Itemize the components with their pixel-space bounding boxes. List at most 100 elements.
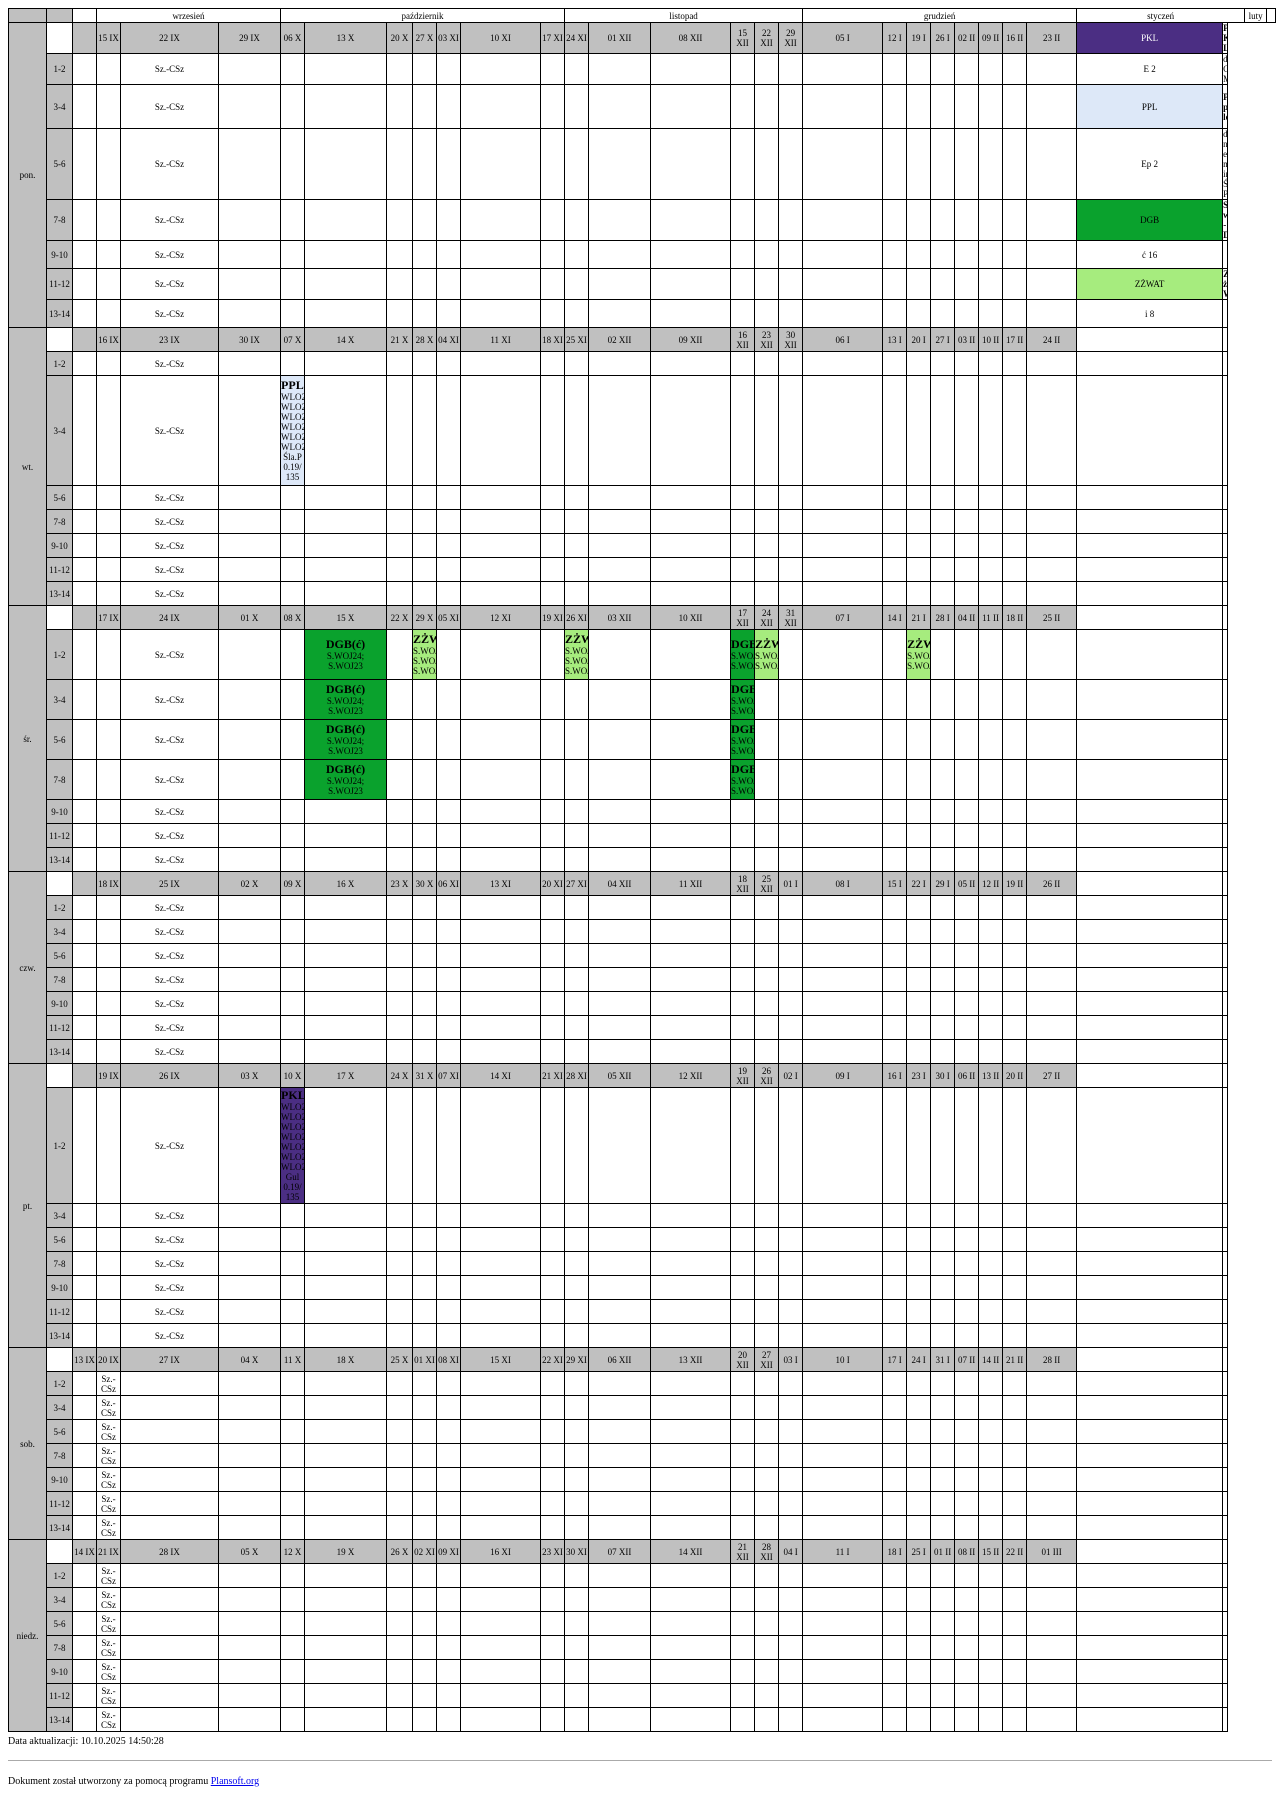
empty-cell: [96, 1039, 121, 1064]
empty-cell: [650, 128, 732, 200]
slot-label: 5-6: [46, 1227, 73, 1252]
empty-cell: [588, 1611, 652, 1636]
empty-cell: [412, 895, 438, 920]
legend-empty: [1076, 1395, 1224, 1420]
empty-cell: [72, 299, 97, 328]
plansoft-link[interactable]: Plansoft.org: [211, 1776, 259, 1787]
empty-cell: [386, 1039, 414, 1064]
empty-cell: [564, 759, 590, 800]
empty-cell: [954, 509, 980, 534]
empty-cell: [412, 533, 438, 558]
empty-cell: [930, 823, 956, 848]
empty-cell: [802, 1251, 884, 1276]
empty-cell: [978, 1683, 1004, 1708]
empty-cell: [954, 1563, 980, 1588]
empty-cell: [650, 581, 732, 606]
empty-cell: [588, 1299, 652, 1324]
empty-cell: [412, 1395, 438, 1420]
empty-cell: [564, 375, 590, 486]
class-block[interactable]: DGB(ć)S.WOJ24;S.WOJ23: [730, 629, 756, 680]
class-block[interactable]: ZŻWAT(i)S.WOJ24;S.WOJ23: [754, 629, 780, 680]
class-block[interactable]: DGB(ć)S.WOJ24;S.WOJ23: [304, 679, 388, 720]
empty-cell: [930, 351, 956, 376]
empty-cell: [802, 719, 884, 760]
empty-cell: [1002, 1635, 1028, 1660]
date-header: 26 X: [386, 1539, 414, 1564]
empty-cell: [954, 485, 980, 510]
empty-cell: [564, 1635, 590, 1660]
empty-cell: [754, 1039, 780, 1064]
date-header: 02 XI: [412, 1539, 438, 1564]
empty-cell: [540, 533, 566, 558]
empty-cell: [650, 679, 732, 720]
empty-cell: [304, 128, 388, 200]
class-block[interactable]: DGB(ć)S.WOJ24;S.WOJ23: [730, 759, 756, 800]
empty-cell: [882, 53, 908, 85]
empty-cell: [460, 967, 542, 992]
empty-cell: [754, 581, 780, 606]
empty-cell: [954, 268, 980, 300]
legend-empty: [1076, 871, 1224, 896]
empty-cell: [386, 375, 414, 486]
empty-cell: [72, 128, 97, 200]
empty-cell: [120, 1371, 219, 1396]
empty-cell: [304, 533, 388, 558]
class-block[interactable]: DGB(ć)S.WOJ24;S.WOJ23: [304, 719, 388, 760]
date-header: 08 XI: [436, 1347, 462, 1372]
empty-cell: [564, 1419, 590, 1444]
legend-empty: [1222, 629, 1228, 680]
empty-cell: [386, 53, 414, 85]
empty-cell: [954, 847, 980, 872]
date-header-row: pt. 19 IX 26 IX 03 X 10 X 17 X 24 X 31 X 07 XI 14…: [8, 1063, 1276, 1348]
empty-cell: [650, 1227, 732, 1252]
class-detail: WLO23FW3S0;: [281, 432, 304, 442]
class-block[interactable]: PPL(Ep)WLO23FW1S0;WLO23FW6S0;WLO23FW5S0;…: [280, 375, 306, 486]
class-block[interactable]: ZŻWAT(i)S.WOJ24;S.WOJ23;S.WOJ22: [564, 629, 590, 680]
empty-cell: [730, 485, 756, 510]
empty-cell: [564, 1587, 590, 1612]
slot-label: 13-14: [46, 1707, 73, 1732]
empty-cell: [460, 1087, 542, 1204]
class-block[interactable]: DGB(ć)S.WOJ24;S.WOJ23: [304, 759, 388, 800]
slot-label: 13-14: [46, 1515, 73, 1540]
empty-cell: [730, 919, 756, 944]
class-detail: WLO23FW3S0;: [281, 1142, 304, 1152]
empty-cell: [1026, 719, 1078, 760]
month-header-row: wrzesień październik listopad grudzień stycz…: [8, 8, 1276, 23]
empty-cell: [304, 919, 388, 944]
date-header: 28 I: [930, 605, 956, 630]
class-block[interactable]: DGB(ć)S.WOJ24;S.WOJ23: [304, 629, 388, 680]
empty-cell: [386, 1443, 414, 1468]
class-block[interactable]: DGB(ć)S.WOJ24;S.WOJ23: [730, 719, 756, 760]
class-block[interactable]: ZŻWAT(i)S.WOJ24;S.WOJ23;S.WOJ22: [412, 629, 438, 680]
empty-cell: [778, 847, 804, 872]
empty-cell: [564, 1371, 590, 1396]
empty-cell: [412, 299, 438, 328]
class-block[interactable]: ZŻWAT(i)S.WOJ24;S.WOJ23: [906, 629, 932, 680]
class-title: DGB(ć): [325, 682, 366, 696]
empty-cell: [882, 299, 908, 328]
slot-label: 13-14: [46, 299, 73, 328]
slot-label: 11-12: [46, 557, 73, 582]
empty-cell: [778, 1635, 804, 1660]
date-header: 06 I: [802, 327, 884, 352]
empty-cell: [460, 1323, 542, 1348]
empty-cell: [754, 1275, 780, 1300]
empty-cell: [650, 299, 732, 328]
legend-empty: [1076, 679, 1224, 720]
empty-cell: [930, 1683, 956, 1708]
empty-cell: [978, 895, 1004, 920]
date-header: 10 XII: [650, 605, 732, 630]
empty-cell: [412, 1563, 438, 1588]
empty-cell: [778, 485, 804, 510]
empty-cell: [120, 1683, 219, 1708]
empty-cell: [882, 1707, 908, 1732]
empty-cell: [460, 919, 542, 944]
class-block[interactable]: DGB(ć)S.WOJ24;S.WOJ23: [730, 679, 756, 720]
empty-cell: [386, 991, 414, 1016]
date-header: 30 X: [412, 871, 438, 896]
empty-cell: [386, 1275, 414, 1300]
empty-cell: [930, 847, 956, 872]
class-block[interactable]: PKL(E)WLO23FW1S0;WLO23FW6S0;WLO23FW5S0;W…: [280, 1087, 306, 1204]
empty-cell: [730, 1087, 756, 1204]
